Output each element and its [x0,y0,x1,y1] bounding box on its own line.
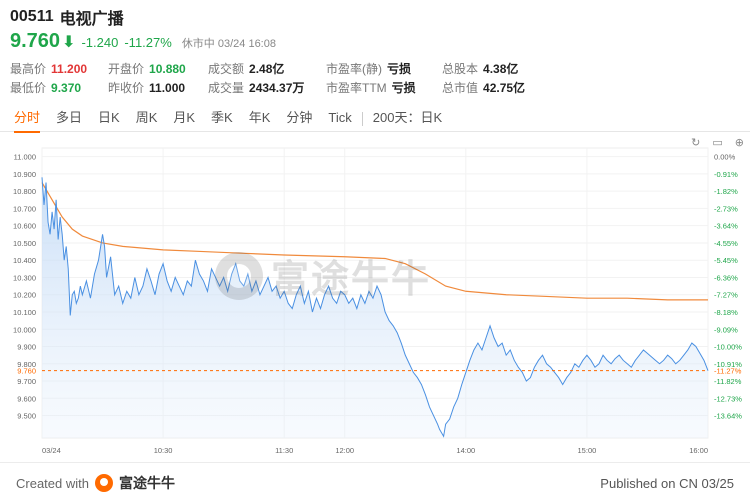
stat-pe-static: 市盈率(静) 亏损 [326,62,412,76]
y-tick-label: 10.600 [13,222,36,231]
tab-intraday[interactable]: 分时 [6,106,48,133]
pct-tick-label: -1.82% [714,187,738,196]
y-tick-label: 10.000 [13,325,36,334]
x-axis-labels: 03/24 10:30 11:30 12:00 14:00 15:00 16:00 [42,446,708,455]
pct-tick-label: 0.00% [714,153,736,162]
pct-tick-label: -4.55% [714,239,738,248]
created-with-label: Created with [16,475,89,491]
x-tick-label: 16:00 [689,446,708,455]
y-axis-labels: 11.000 10.900 10.800 10.700 10.600 10.500 10.4… [13,153,36,421]
x-tick-label: 15:00 [578,446,597,455]
average-price-line [41,182,708,301]
pct-tick-label: -3.64% [714,222,738,231]
pct-tick-label: -10.00% [714,343,742,352]
pct-tick-label: -6.36% [714,273,738,282]
tab-day-k[interactable]: 日K [90,106,128,132]
down-arrow-icon: ⬇ [62,34,76,51]
intraday-chart[interactable]: 11.000 10.900 10.800 10.700 10.600 10.500 10.4… [0,140,750,462]
pct-tick-label: -8.18% [714,308,738,317]
market-status: 休市中 03/24 16:08 [181,38,276,50]
y-tick-label: 9.500 [17,412,36,421]
y-tick-label: 9.900 [17,343,36,352]
y-tick-label: 10.900 [13,170,36,179]
current-price-label: 9.760 [17,367,36,376]
chart-svg: 11.000 10.900 10.800 10.700 10.600 10.500 10.4… [13,147,742,455]
x-tick-label: 03/24 [42,446,61,455]
x-tick-label: 12:00 [335,446,354,455]
published-date: Published on CN 03/25 [600,475,734,491]
pct-tick-label: -9.09% [714,325,738,334]
x-tick-label: 11:30 [275,446,293,455]
y-tick-label: 10.400 [13,256,36,265]
tab-week-k[interactable]: 周K [128,106,166,132]
x-tick-label: 14:00 [456,446,475,455]
stat-high: 最高价 11.200 [10,62,88,76]
pct-tick-label: -11.82% [714,377,742,386]
stat-open: 开盘价 10.880 [108,62,186,76]
created-with: Created with 富途牛牛 [16,473,175,493]
pct-axis-labels: 0.00% -0.91% -1.82% -2.73% -3.64% -4.55% -5.45… [714,153,742,421]
quote-header: 00511 电视广播 9.760 ⬇ -1.240 -11.27% 休市中 03… [10,6,740,54]
title-row: 00511 电视广播 [10,6,740,28]
current-pct-label: -11.27% [714,367,742,376]
tab-year-k[interactable]: 年K [241,106,279,132]
stock-code: 00511 [10,8,54,25]
brand-name: 富途牛牛 [118,475,175,491]
tab-multi-day[interactable]: 多日 [48,106,90,132]
y-tick-label: 10.100 [13,308,36,317]
price-change: -1.240 [81,35,119,50]
stat-low: 最低价 9.370 [10,81,82,95]
tab-minute[interactable]: 分钟 [278,106,320,132]
footer: Created with 富途牛牛 Published on CN 03/25 [0,462,750,503]
y-tick-label: 10.800 [13,187,36,196]
futu-logo-icon [94,474,113,492]
y-tick-label: 10.500 [13,239,36,248]
y-tick-label: 10.300 [13,273,36,282]
stock-name: 电视广播 [59,11,124,28]
pct-tick-label: -13.64% [714,412,742,421]
chart-period-tabs: 分时 多日 日K 周K 月K 季K 年K 分钟 Tick 200天：日K [0,106,750,133]
y-tick-label: 10.200 [13,291,36,300]
tab-divider [361,111,363,126]
y-tick-label: 11.000 [14,153,36,162]
tab-tick[interactable]: Tick [320,106,359,132]
tab-month-k[interactable]: 月K [165,106,203,132]
y-tick-label: 9.600 [17,394,36,403]
price-row: 9.760 ⬇ -1.240 -11.27% 休市中 03/24 16:08 [10,30,740,54]
x-tick-label: 10:30 [154,446,173,455]
current-price: 9.760 [10,30,61,52]
price-change-pct: -11.27% [124,35,172,50]
stat-volume: 成交量 2434.37万 [208,81,305,95]
tab-quarter-k[interactable]: 季K [203,106,241,132]
y-tick-label: 10.700 [13,204,36,213]
price-area [42,177,708,438]
pct-tick-label: -0.91% [714,170,738,179]
stat-turnover: 成交额 2.48亿 [208,62,285,76]
pct-tick-label: -2.73% [714,204,738,213]
price-fill [42,177,708,438]
stat-pe-ttm: 市盈率TTM 亏损 [326,81,416,95]
tab-200-day-k[interactable]: 200天：日K [365,106,450,132]
stat-mktcap: 总市值 42.75亿 [442,81,526,95]
pct-tick-label: -5.45% [714,256,738,265]
pct-tick-label: -7.27% [714,291,738,300]
stat-prev-close: 昨收价 11.000 [108,81,186,95]
pct-tick-label: -12.73% [714,394,742,403]
stat-shares: 总股本 4.38亿 [442,62,519,76]
y-tick-label: 9.700 [17,377,36,386]
